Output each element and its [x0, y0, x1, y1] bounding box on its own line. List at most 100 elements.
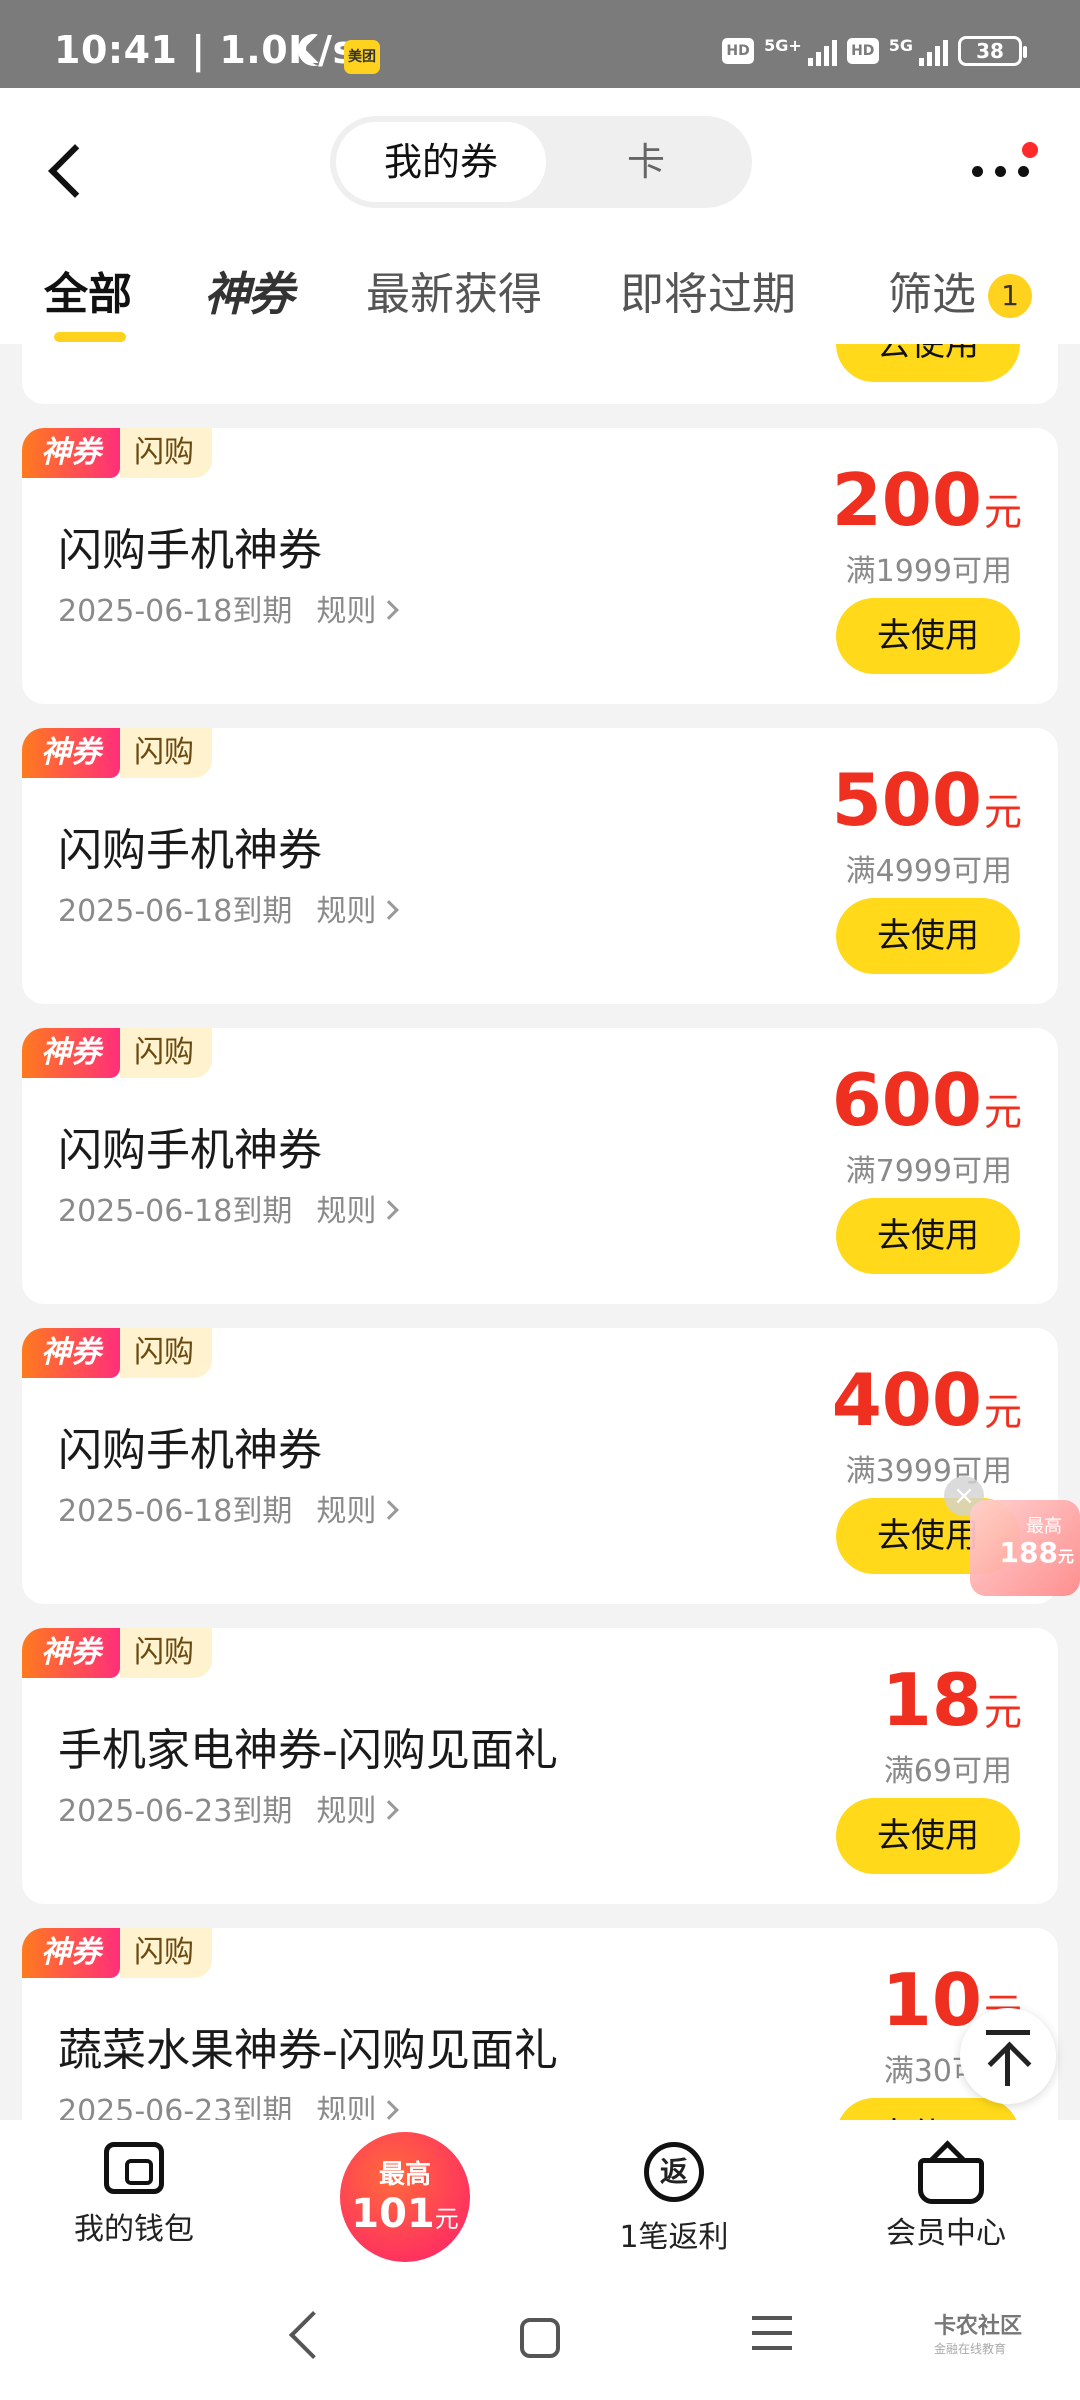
use-button[interactable]: 去使用: [836, 1198, 1020, 1274]
nav-rebate[interactable]: 返 1笔返利: [574, 2142, 774, 2256]
flash-buy-tag: 闪购: [120, 428, 212, 478]
floating-promo[interactable]: 最高 188元: [960, 1480, 1080, 1600]
chevron-right-icon: [379, 1500, 400, 1520]
notification-dot: [1022, 142, 1038, 158]
coupon-meta: 2025-06-18到期 规则: [58, 886, 400, 930]
coupon-title: 手机家电神券-闪购见面礼: [58, 1725, 558, 1776]
coupon-title: 闪购手机神券: [58, 825, 322, 876]
chevron-right-icon: [379, 1800, 400, 1820]
coupon-amount: 600元: [831, 1058, 1022, 1142]
rebate-icon: 返: [644, 2142, 704, 2202]
tab-expiring[interactable]: 即将过期: [620, 258, 796, 322]
tab-underline: [54, 332, 126, 342]
rule-link[interactable]: 规则: [316, 2094, 400, 2120]
coupon-condition: 满4999可用: [845, 854, 1012, 889]
coupon-meta: 2025-06-18到期 规则: [58, 586, 400, 630]
tab-all[interactable]: 全部: [44, 258, 132, 342]
nav-wallet[interactable]: 我的钱包: [34, 2142, 234, 2248]
god-coupon-tag: 神券: [22, 1628, 120, 1678]
flash-buy-tag: 闪购: [120, 1628, 212, 1678]
coupon-list[interactable]: 去使用 神券 闪购 闪购手机神券 2025-06-18到期 规则 200元 满199…: [0, 344, 1080, 2120]
coupon-amount: 200元: [831, 458, 1022, 542]
use-button[interactable]: 去使用: [836, 1798, 1020, 1874]
signal-icon: [919, 36, 948, 66]
segment-cards[interactable]: 卡: [546, 122, 746, 202]
promo-value: 188元: [999, 1536, 1074, 1569]
coupon-meta: 2025-06-23到期 规则: [58, 1786, 400, 1830]
rule-link[interactable]: 规则: [316, 594, 400, 629]
hd-icon: HD: [722, 38, 755, 64]
god-coupon-tag: 神券: [22, 1028, 120, 1078]
coupon-card[interactable]: 神券 闪购 手机家电神券-闪购见面礼 2025-06-23到期 规则 18元 满69…: [22, 1628, 1058, 1904]
promo-label: 最高: [1026, 1516, 1062, 1537]
system-home-icon[interactable]: [520, 2318, 560, 2358]
coupon-expire: 2025-06-18到期: [58, 594, 293, 629]
rule-link[interactable]: 规则: [316, 894, 400, 929]
coupon-card[interactable]: 神券 闪购 闪购手机神券 2025-06-18到期 规则 600元 满7999可用 …: [22, 1028, 1058, 1304]
battery-icon: 38: [958, 36, 1027, 66]
coupon-expire: 2025-06-18到期: [58, 1494, 293, 1529]
coupon-meta: 2025-06-18到期 规则: [58, 1486, 400, 1530]
page-header: 我的券 卡 全部 神券 最新获得 即将过期 筛选 1: [0, 88, 1080, 344]
coupon-amount: 500元: [831, 758, 1022, 842]
coupon-title: 闪购手机神券: [58, 1125, 322, 1176]
crown-icon: [914, 2142, 984, 2204]
coupon-condition: 满1999可用: [845, 554, 1012, 589]
coupon-condition: 满7999可用: [845, 1154, 1012, 1189]
use-button[interactable]: 去使用: [836, 598, 1020, 674]
status-right: HD 5G+ HD 5G 38: [722, 36, 1027, 66]
coupon-title: 闪购手机神券: [58, 525, 322, 576]
god-coupon-tag: 神券: [22, 1928, 120, 1978]
more-dots-icon[interactable]: [966, 142, 1038, 196]
coupon-condition: 满69可用: [883, 1754, 1012, 1789]
back-arrow-icon[interactable]: [44, 130, 94, 210]
flash-buy-tag: 闪购: [120, 1028, 212, 1078]
status-bar: 10:41 | 1.0K/s 美团 HD 5G+ HD 5G 38: [0, 0, 1080, 88]
use-button[interactable]: 去使用: [836, 898, 1020, 974]
coupon-card[interactable]: 神券 闪购 闪购手机神券 2025-06-18到期 规则 200元 满1999可用 …: [22, 428, 1058, 704]
coupon-meta: 2025-06-18到期 规则: [58, 1186, 400, 1230]
nav-member-center[interactable]: 会员中心: [846, 2142, 1046, 2252]
flash-buy-tag: 闪购: [120, 728, 212, 778]
coupon-title: 闪购手机神券: [58, 1425, 322, 1476]
chevron-right-icon: [379, 2100, 400, 2120]
meituan-badge-icon: 美团: [344, 40, 380, 74]
tab-latest[interactable]: 最新获得: [366, 258, 542, 322]
wallet-icon: [104, 2142, 164, 2194]
coupon-card[interactable]: 神券 闪购 闪购手机神券 2025-06-18到期 规则 400元 满3999可用 …: [22, 1328, 1058, 1604]
coupon-amount: 400元: [831, 1358, 1022, 1442]
network-type: 5G+: [764, 36, 802, 55]
coupon-card[interactable]: 神券 闪购 闪购手机神券 2025-06-18到期 规则 500元 满4999可用 …: [22, 728, 1058, 1004]
system-menu-icon[interactable]: [752, 2316, 792, 2356]
bottom-nav: 我的钱包 最高 101元 返 1笔返利 会员中心: [0, 2120, 1080, 2280]
use-button[interactable]: 去使用: [836, 344, 1020, 382]
god-coupon-tag: 神券: [22, 428, 120, 478]
coupon-title: 蔬菜水果神券-闪购见面礼: [58, 2025, 558, 2076]
system-nav-bar: 卡农社区 金融在线教育: [0, 2280, 1080, 2400]
scroll-to-top-icon[interactable]: [960, 2008, 1056, 2104]
rule-link[interactable]: 规则: [316, 1794, 400, 1829]
signal-icon: [807, 36, 837, 66]
watermark: 卡农社区 金融在线教育: [933, 2314, 1022, 2356]
rule-link[interactable]: 规则: [316, 1494, 400, 1529]
network-type: 5G: [888, 36, 913, 55]
coupon-expire: 2025-06-18到期: [58, 1194, 293, 1229]
moon-icon: [306, 34, 338, 66]
coupon-card: 去使用: [22, 344, 1058, 404]
coupon-expire: 2025-06-23到期: [58, 2094, 293, 2120]
coupon-card[interactable]: 神券闪购 蔬菜水果神券-闪购见面礼 2025-06-23到期规则 10元 满30…: [22, 1928, 1058, 2120]
segment-my-coupons[interactable]: 我的券: [336, 122, 546, 202]
system-back-icon[interactable]: [288, 2310, 338, 2360]
god-coupon-tag: 神券: [22, 1328, 120, 1378]
chevron-right-icon: [379, 1200, 400, 1220]
coupon-meta: 2025-06-23到期 规则: [58, 2086, 400, 2120]
filter-tabs: 全部 神券 最新获得 即将过期 筛选 1: [0, 248, 1080, 344]
flash-buy-tag: 闪购: [120, 1328, 212, 1378]
tab-filter[interactable]: 筛选 1: [888, 258, 1032, 322]
filter-count-badge: 1: [988, 274, 1032, 318]
flash-buy-tag: 闪购: [120, 1928, 212, 1978]
center-promo-button[interactable]: 最高 101元: [340, 2132, 470, 2262]
chevron-right-icon: [379, 600, 400, 620]
tab-god-coupon[interactable]: 神券: [204, 258, 294, 324]
rule-link[interactable]: 规则: [316, 1194, 400, 1229]
